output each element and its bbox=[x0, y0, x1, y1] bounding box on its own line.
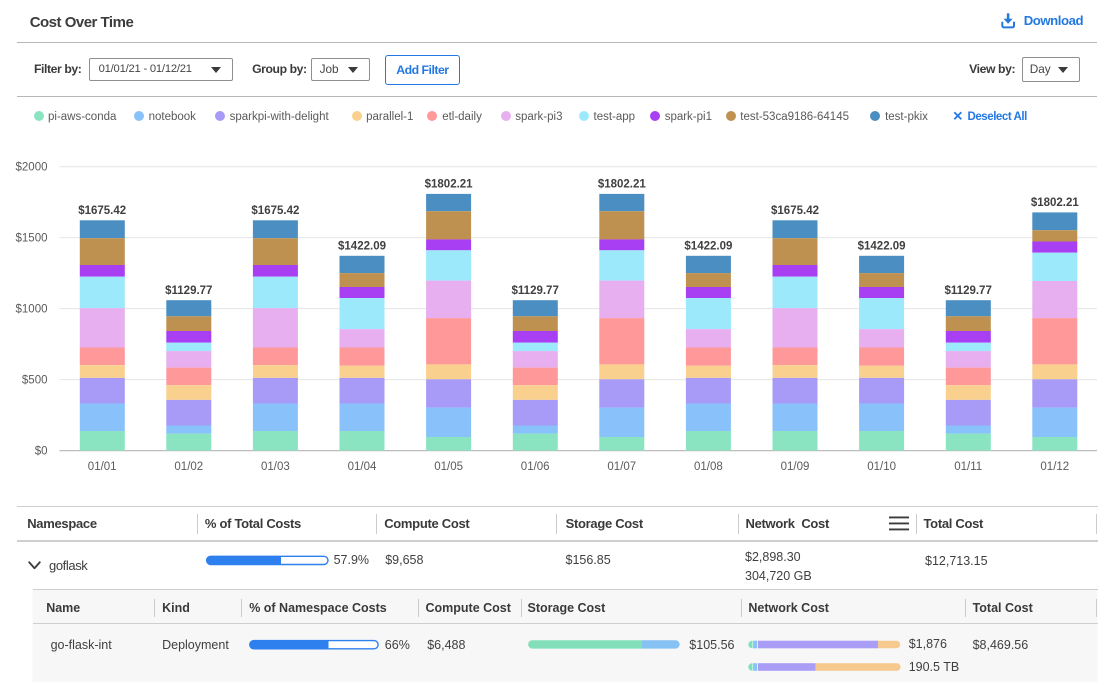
svg-text:01/12: 01/12 bbox=[1040, 461, 1069, 473]
svg-text:$1422.09: $1422.09 bbox=[338, 241, 386, 253]
svg-text:01/06: 01/06 bbox=[521, 461, 550, 473]
svg-text:$1675.42: $1675.42 bbox=[78, 205, 126, 217]
svg-text:$1802.21: $1802.21 bbox=[1031, 197, 1080, 209]
svg-text:$1422.09: $1422.09 bbox=[858, 241, 906, 253]
svg-text:$1500: $1500 bbox=[16, 233, 48, 245]
svg-text:$1129.77: $1129.77 bbox=[165, 285, 212, 297]
svg-text:$1422.09: $1422.09 bbox=[684, 241, 732, 253]
svg-text:01/05: 01/05 bbox=[434, 461, 463, 473]
svg-text:01/03: 01/03 bbox=[261, 461, 290, 473]
svg-text:$1129.77: $1129.77 bbox=[512, 285, 559, 297]
svg-text:$1000: $1000 bbox=[16, 304, 48, 316]
svg-text:$1675.42: $1675.42 bbox=[251, 205, 299, 217]
svg-text:01/02: 01/02 bbox=[174, 461, 203, 473]
svg-text:$500: $500 bbox=[22, 375, 48, 387]
svg-text:$2000: $2000 bbox=[16, 162, 48, 174]
svg-text:01/01: 01/01 bbox=[88, 461, 117, 473]
svg-text:$0: $0 bbox=[35, 446, 48, 458]
svg-text:01/04: 01/04 bbox=[348, 461, 377, 473]
svg-text:$1802.21: $1802.21 bbox=[598, 179, 647, 191]
svg-text:01/10: 01/10 bbox=[867, 461, 896, 473]
svg-text:01/07: 01/07 bbox=[607, 461, 636, 473]
svg-text:01/09: 01/09 bbox=[781, 461, 810, 473]
svg-text:01/08: 01/08 bbox=[694, 461, 723, 473]
svg-text:$1802.21: $1802.21 bbox=[425, 179, 474, 191]
svg-text:$1129.77: $1129.77 bbox=[945, 285, 992, 297]
svg-text:$1675.42: $1675.42 bbox=[771, 205, 819, 217]
svg-text:01/11: 01/11 bbox=[954, 461, 982, 473]
